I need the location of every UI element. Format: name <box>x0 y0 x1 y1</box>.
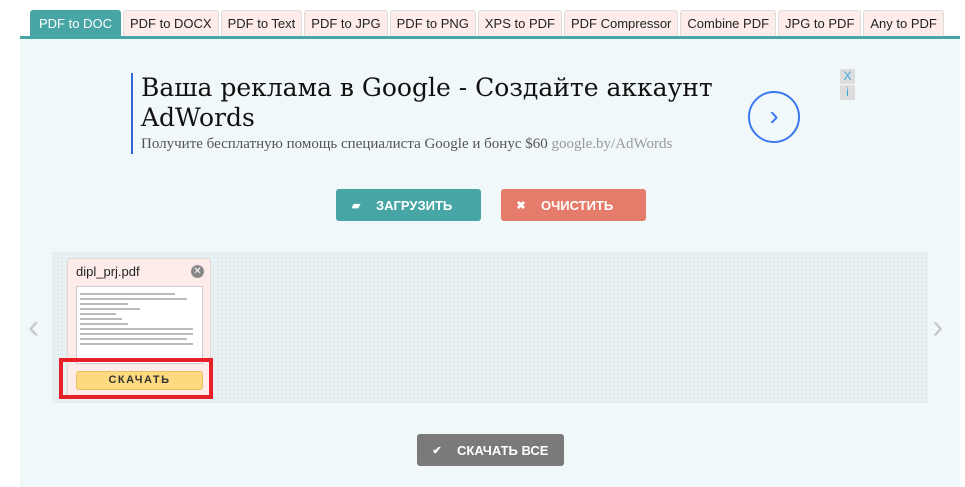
ad-arrow-icon[interactable]: › <box>748 91 800 143</box>
tab-pdf-compressor[interactable]: PDF Compressor <box>563 10 679 37</box>
tab-combine-pdf[interactable]: Combine PDF <box>680 10 777 37</box>
file-thumbnail <box>76 286 203 364</box>
remove-file-icon[interactable]: ✕ <box>191 265 204 278</box>
upload-button[interactable]: ▰ ЗАГРУЗИТЬ <box>336 189 481 221</box>
clear-button[interactable]: ✖ ОЧИСТИТЬ <box>501 189 646 221</box>
download-all-label: СКАЧАТЬ ВСЕ <box>457 442 549 458</box>
tab-any-to-pdf[interactable]: Any to PDF <box>863 10 944 37</box>
highlight-box <box>59 358 213 399</box>
ad-banner[interactable]: Ваша реклама в Google - Создайте аккаунт… <box>131 73 731 154</box>
ad-url[interactable]: google.by/AdWords <box>551 136 672 152</box>
tab-bar: PDF to DOC PDF to DOCX PDF to Text PDF t… <box>30 10 944 37</box>
x-icon: ✖ <box>516 199 526 212</box>
tab-xps-to-pdf[interactable]: XPS to PDF <box>477 10 562 37</box>
tab-pdf-to-jpg[interactable]: PDF to JPG <box>304 10 388 37</box>
tab-pdf-to-text[interactable]: PDF to Text <box>220 10 303 37</box>
ad-close-icon[interactable]: X <box>840 69 855 84</box>
ad-info-icon[interactable]: i <box>840 85 855 100</box>
tab-pdf-to-docx[interactable]: PDF to DOCX <box>122 10 219 37</box>
folder-icon: ▰ <box>351 199 361 212</box>
next-arrow-icon[interactable]: › <box>932 308 943 347</box>
prev-arrow-icon[interactable]: ‹ <box>28 308 39 347</box>
check-icon: ✔ <box>432 444 442 457</box>
tab-pdf-to-png[interactable]: PDF to PNG <box>389 10 476 37</box>
tab-jpg-to-pdf[interactable]: JPG to PDF <box>778 10 862 37</box>
tab-pdf-to-doc[interactable]: PDF to DOC <box>30 10 121 37</box>
file-name: dipl_prj.pdf <box>76 264 140 279</box>
upload-label: ЗАГРУЗИТЬ <box>376 197 453 213</box>
ad-title[interactable]: Ваша реклама в Google - Создайте аккаунт… <box>141 73 731 133</box>
ad-subtitle: Получите бесплатную помощь специалиста G… <box>141 136 731 153</box>
clear-label: ОЧИСТИТЬ <box>541 197 614 213</box>
ad-subtitle-text: Получите бесплатную помощь специалиста G… <box>141 136 548 152</box>
download-all-button[interactable]: ✔ СКАЧАТЬ ВСЕ <box>417 434 564 466</box>
